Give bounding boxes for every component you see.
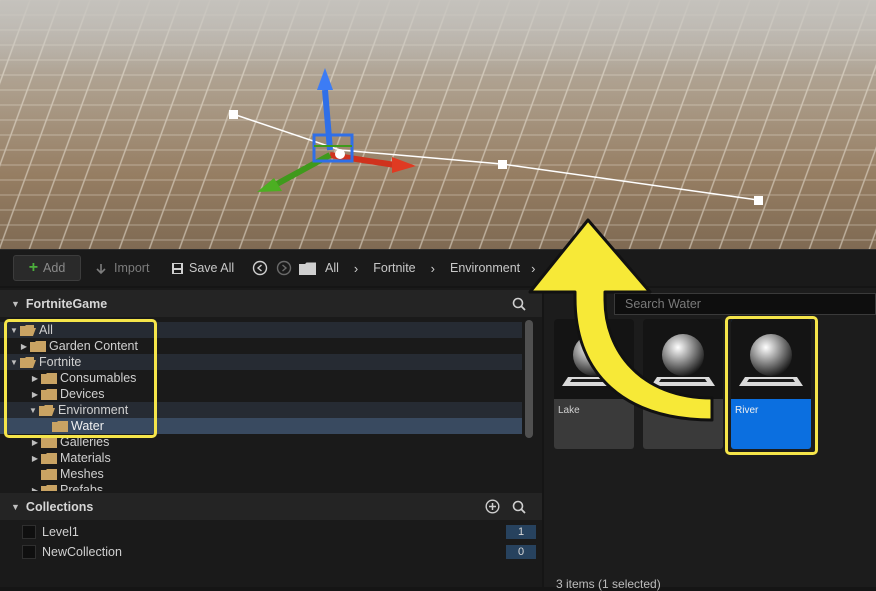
tree-item-materials[interactable]: ▶ Materials bbox=[0, 450, 522, 466]
asset-label: Lake bbox=[558, 405, 580, 416]
import-icon bbox=[96, 263, 106, 274]
collapse-caret-icon[interactable]: ▼ bbox=[11, 299, 20, 309]
tree-item-meshes[interactable]: Meshes bbox=[0, 466, 522, 482]
asset-thumbnail bbox=[554, 319, 634, 399]
collections-header[interactable]: ▼ Collections bbox=[0, 493, 542, 520]
asset-view-panel: Search Water Lake River 3 items (1 selec… bbox=[544, 288, 876, 591]
content-tree-header[interactable]: ▼ FortniteGame bbox=[0, 290, 542, 317]
search-input[interactable]: Search Water bbox=[614, 293, 876, 315]
asset-highlight-box bbox=[725, 316, 818, 455]
content-browser-toolbar: + Add Import Save All All › Fortnite › E… bbox=[0, 249, 876, 286]
collapsed-arrow-icon[interactable]: ▶ bbox=[29, 486, 41, 492]
collapse-caret-icon[interactable]: ▼ bbox=[11, 502, 20, 512]
folder-icon bbox=[41, 484, 57, 491]
plus-icon: + bbox=[28, 259, 39, 276]
collapsed-arrow-icon[interactable]: ▶ bbox=[29, 454, 41, 463]
folder-icon bbox=[299, 262, 316, 275]
breadcrumb-fortnite[interactable]: Fortnite bbox=[373, 261, 415, 275]
add-collection-icon[interactable] bbox=[485, 499, 500, 514]
forward-arrow-icon bbox=[276, 260, 292, 276]
save-icon bbox=[172, 262, 183, 274]
count-badge: 1 bbox=[506, 525, 536, 539]
search-icon[interactable] bbox=[512, 297, 526, 311]
search-icon[interactable] bbox=[512, 500, 526, 514]
add-button[interactable]: + Add bbox=[13, 255, 81, 281]
chevron-right-icon[interactable]: › bbox=[354, 261, 358, 276]
sources-panel: ▼ FortniteGame ▼ All ▶ Garden Content ▼ … bbox=[0, 288, 542, 587]
folder-icon bbox=[41, 468, 57, 480]
folder-icon bbox=[41, 436, 57, 448]
tree-highlight-box bbox=[4, 319, 157, 438]
tree-item-prefabs[interactable]: ▶ Prefabs bbox=[0, 482, 522, 491]
viewport-scene bbox=[0, 0, 876, 249]
collection-item[interactable]: NewCollection 0 bbox=[0, 542, 542, 562]
asset-tile[interactable] bbox=[643, 319, 723, 449]
material-sphere-icon bbox=[562, 334, 626, 386]
collection-checkbox[interactable] bbox=[22, 545, 36, 559]
asset-tile-lake[interactable]: Lake bbox=[554, 319, 634, 449]
history-forward-button[interactable] bbox=[276, 255, 292, 281]
breadcrumb-environment[interactable]: Environment bbox=[450, 261, 520, 275]
level-viewport[interactable] bbox=[0, 0, 876, 249]
breadcrumb: All › Fortnite › Environment › bbox=[325, 255, 542, 281]
spline-point bbox=[498, 160, 507, 169]
count-badge: 0 bbox=[506, 545, 536, 559]
history-back-button[interactable] bbox=[252, 255, 268, 281]
asset-thumbnail bbox=[643, 319, 723, 399]
breadcrumb-all[interactable]: All bbox=[325, 261, 339, 275]
chevron-right-icon[interactable]: › bbox=[431, 261, 435, 276]
back-arrow-icon bbox=[252, 260, 268, 276]
status-text: 3 items (1 selected) bbox=[556, 577, 661, 591]
collection-item[interactable]: Level1 1 bbox=[0, 522, 542, 542]
folder-icon bbox=[41, 452, 57, 464]
spline-point bbox=[229, 110, 238, 119]
import-button[interactable]: Import bbox=[94, 255, 149, 281]
material-sphere-icon bbox=[651, 334, 715, 386]
tree-scrollbar[interactable] bbox=[525, 320, 533, 438]
collection-checkbox[interactable] bbox=[22, 525, 36, 539]
browse-folder-button[interactable] bbox=[299, 255, 316, 281]
save-all-button[interactable]: Save All bbox=[171, 255, 234, 281]
spline-point bbox=[754, 196, 763, 205]
chevron-right-icon[interactable]: › bbox=[531, 261, 535, 276]
collapsed-arrow-icon[interactable]: ▶ bbox=[29, 438, 41, 447]
